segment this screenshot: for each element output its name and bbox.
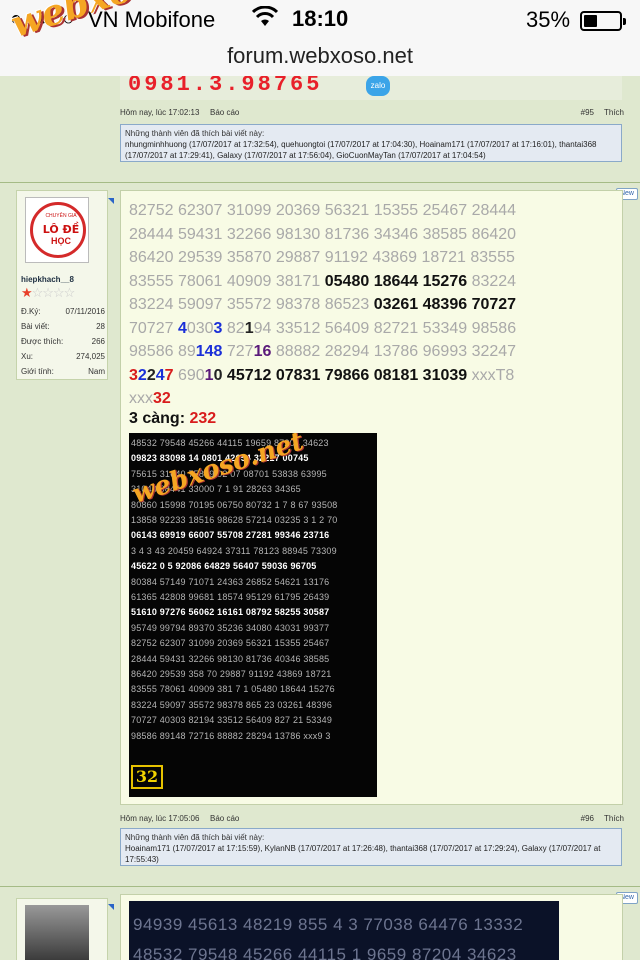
image-row: 94939 45613 48219 855 4 3 77038 64476 13…: [133, 915, 524, 934]
url-domain: forum.webxoso.net: [227, 43, 413, 68]
likes-line[interactable]: (17/07/2017 at 17:29:41), Galaxy (17/07/…: [125, 150, 617, 161]
likes-title: Những thành viên đã thích bài viết này:: [125, 129, 265, 138]
star-icon: ★: [21, 285, 33, 300]
post-meta-96: Hôm nay, lúc 17:05:06 Báo cáo #96 Thích: [120, 810, 624, 826]
user-profile-card: CHUYÊN GIA LÔ ĐỀ HỌC hiepkhach__8 ★☆☆☆☆ …: [16, 190, 108, 380]
url-bar[interactable]: forum.webxoso.net: [0, 40, 640, 76]
report-link[interactable]: Báo cáo: [210, 108, 239, 117]
image-row: 45622 0 5 92086 64829 56407 59036 96705: [131, 561, 317, 572]
post-meta-95: Hôm nay, lúc 17:02:13 Báo cáo #95 Thích: [120, 104, 624, 120]
image-row: 06143 69919 66007 55708 27281 99346 2371…: [131, 530, 330, 541]
likes-summary-96: Những thành viên đã thích bài viết này: …: [120, 828, 622, 866]
likes-line[interactable]: Hoainam171 (17/07/2017 at 17:15:59), Kyl…: [125, 843, 617, 854]
post-arrow-icon: [108, 904, 114, 910]
zalo-icon[interactable]: zalo: [366, 76, 390, 96]
post-body-97: 94939 45613 48219 855 4 3 77038 64476 13…: [120, 894, 623, 960]
image-row: 28444 59431 32266 98130 81736 40346 3858…: [131, 653, 330, 664]
avatar-logo: CHUYÊN GIA LÔ ĐỀ HỌC: [30, 202, 86, 258]
post-numbers-text: 82752 62307 31099 20369 56321 15355 2546…: [129, 202, 517, 407]
post-number[interactable]: #96: [581, 814, 594, 823]
signature-phone-number: 0981.3.98765: [128, 76, 323, 97]
report-link[interactable]: Báo cáo: [210, 814, 239, 823]
likes-summary-95: Những thành viên đã thích bài viết này: …: [120, 124, 622, 162]
like-link[interactable]: Thích: [604, 814, 624, 823]
stat-joined: Đ.Ký: 07/11/2016: [21, 307, 105, 316]
post-number[interactable]: #95: [581, 108, 594, 117]
post-separator: [0, 886, 640, 887]
image-row: 83555 78061 40909 381 7 1 05480 18644 15…: [131, 684, 335, 695]
battery-level-fill: [584, 15, 597, 27]
battery-percent: 35%: [526, 7, 571, 32]
image-row: 83224 59097 35572 98378 865 23 03261 483…: [131, 699, 333, 710]
image-row: 80384 57149 71071 24363 26852 54621 1317…: [131, 576, 330, 587]
image-row: 70727 40303 82194 33512 56409 827 21 533…: [131, 715, 333, 726]
clock: 18:10: [292, 6, 349, 31]
avatar[interactable]: [25, 905, 89, 960]
stat-coins: Xu: 274,025: [21, 352, 105, 361]
image-row: 95749 99794 89370 35236 34080 43031 9937…: [131, 622, 330, 633]
like-link[interactable]: Thích: [604, 108, 624, 117]
star-icon: ☆☆☆☆: [31, 285, 76, 300]
post-body-96: 82752 62307 31099 20369 56321 15355 2546…: [120, 190, 623, 805]
wifi-icon: [251, 5, 279, 34]
stat-gender: Giới tính: Nam: [21, 367, 105, 376]
post-separator: [0, 182, 640, 183]
username[interactable]: hiepkhach__8: [21, 275, 74, 284]
three-digit-prediction: 3 càng: 232: [129, 410, 217, 427]
battery-icon: [580, 11, 626, 31]
image-row: 13858 92233 18516 98628 57214 03235 3 1 …: [131, 515, 338, 525]
user-profile-card: [16, 898, 108, 960]
likes-line[interactable]: 17:55:43): [125, 854, 617, 865]
user-rating-stars: ★☆☆☆☆: [21, 285, 76, 301]
likes-line[interactable]: nhungminhhuong (17/07/2017 at 17:32:54),…: [125, 139, 617, 150]
post-date[interactable]: Hôm nay, lúc 17:02:13: [120, 108, 199, 117]
thread-content: 0981.3.98765 zalo Hôm nay, lúc 17:02:13 …: [0, 76, 640, 960]
stat-likes: Được thích: 266: [21, 337, 105, 346]
results-image[interactable]: 98586 89148 72716 88882 28294 13786 xxx9…: [129, 433, 377, 797]
post-arrow-icon: [108, 198, 114, 204]
results-image[interactable]: 94939 45613 48219 855 4 3 77038 64476 13…: [129, 901, 559, 960]
avatar[interactable]: CHUYÊN GIA LÔ ĐỀ HỌC: [25, 197, 89, 263]
post-date[interactable]: Hôm nay, lúc 17:05:06: [120, 814, 199, 823]
image-row: 82752 62307 31099 20369 56321 15355 2546…: [131, 638, 330, 649]
image-row: 48532 79548 45266 44115 1 9659 87204 346…: [133, 945, 517, 960]
image-row: 51610 97276 56062 16161 08792 58255 3058…: [131, 607, 330, 618]
image-row: 3 4 3 43 20459 64924 37311 78123 88945 7…: [131, 545, 337, 556]
image-badge: 32: [131, 765, 163, 789]
image-row: 98586 89148 72716 88882 28294 13786 xxx9…: [131, 730, 331, 741]
image-row: 61365 42808 99681 18574 95129 61795 2643…: [131, 592, 330, 602]
likes-title: Những thành viên đã thích bài viết này:: [125, 833, 265, 842]
image-row: 86420 29539 358 70 29887 91192 43869 187…: [131, 669, 332, 679]
stat-posts: Bài viết: 28: [21, 322, 105, 331]
